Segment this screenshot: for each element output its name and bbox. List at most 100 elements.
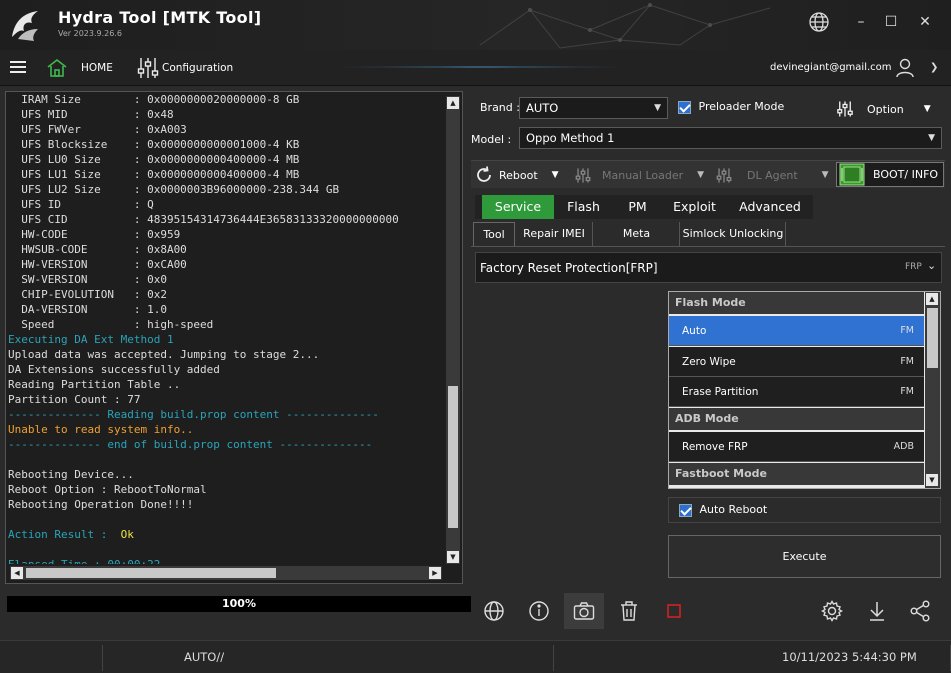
log-line: Upload data was accepted. Jumping to sta… (8, 348, 320, 361)
share-icon[interactable] (905, 596, 935, 626)
hamburger-menu-icon[interactable] (10, 60, 26, 74)
settings-gear-icon[interactable] (817, 596, 847, 626)
option-label: Option (867, 102, 904, 116)
log-line: DA-VERSION : 1.0 (8, 303, 167, 316)
configuration-button[interactable]: Configuration (137, 56, 233, 80)
manual-loader-label: Manual Loader (602, 168, 684, 182)
home-button[interactable]: HOME (46, 56, 113, 80)
scroll-left-arrow-icon[interactable]: ◀ (11, 567, 23, 579)
close-button[interactable]: ✕ (908, 8, 942, 36)
configuration-label: Configuration (162, 62, 234, 74)
chevron-down-icon: ▼ (697, 170, 705, 180)
log-horizontal-scrollbar[interactable]: ◀ ▶ (10, 566, 442, 580)
mode-list-scrollbar[interactable]: ▲ ▼ (925, 292, 940, 488)
auto-reboot-checkbox[interactable]: Auto Reboot (668, 497, 941, 523)
scroll-right-arrow-icon[interactable]: ▶ (429, 567, 441, 579)
scroll-down-arrow-icon[interactable]: ▼ (447, 551, 459, 563)
chevron-down-icon: ▼ (923, 104, 931, 114)
log-vscroll-thumb[interactable] (448, 386, 458, 528)
subtab-meta-advanced[interactable]: Meta Advanced (594, 222, 680, 264)
dl-agent-button[interactable]: DL Agent ▼ (716, 165, 829, 185)
log-line: Elapsed Time : 00:00:22 (8, 557, 444, 564)
log-line: -------------- end of build.prop content… (8, 438, 373, 451)
home-icon (47, 58, 67, 77)
chevron-down-icon[interactable]: ⌄ (927, 259, 936, 272)
preloader-mode-checkbox[interactable]: Preloader Mode (678, 100, 784, 114)
tab-flash[interactable]: Flash (555, 195, 612, 219)
log-line: Speed : high-speed (8, 318, 214, 331)
status-divider (102, 645, 103, 671)
status-datetime: 10/11/2023 5:44:30 PM (782, 650, 917, 664)
nav-glow-decoration (330, 66, 630, 68)
mode-list-scroll-thumb[interactable] (927, 308, 938, 368)
mode-item-tag: FM (900, 325, 914, 336)
log-line: UFS MID : 0x48 (8, 108, 174, 121)
stop-icon[interactable] (659, 596, 689, 626)
mode-item-auto[interactable]: Auto FM (669, 316, 924, 346)
log-line: Reading Partition Table .. (8, 378, 181, 391)
checkbox-checked-icon (678, 100, 691, 114)
tab-pm[interactable]: PM (613, 195, 662, 219)
log-output: IRAM Size : 0x0000000020000000-8 GB UFS … (8, 92, 444, 564)
checkbox-checked-icon (679, 503, 692, 517)
download-icon[interactable] (862, 596, 892, 626)
preloader-mode-label: Preloader Mode (698, 100, 785, 113)
mode-list[interactable]: Flash Mode Auto FM Zero Wipe FM Erase Pa… (668, 291, 941, 489)
model-select[interactable]: Oppo Method 1 ▼ (519, 127, 942, 149)
log-panel[interactable]: IRAM Size : 0x0000000020000000-8 GB UFS … (5, 91, 463, 584)
mode-item-label: Erase Partition (682, 386, 759, 398)
frp-section-header[interactable]: Factory Reset Protection[FRP] FRP ⌄ (475, 252, 942, 283)
status-mode: AUTO// (184, 650, 225, 664)
tab-exploit[interactable]: Exploit (663, 195, 726, 219)
log-line: SW-VERSION : 0x0 (8, 273, 167, 286)
language-globe-icon[interactable] (802, 8, 836, 36)
log-hscroll-thumb[interactable] (26, 568, 276, 578)
app-title: Hydra Tool [MTK Tool] (58, 8, 262, 27)
maximize-button[interactable]: ☐ (874, 8, 908, 36)
subtab-repair-imei[interactable]: Repair IMEI (516, 222, 593, 246)
scroll-down-arrow-icon[interactable]: ▼ (926, 474, 938, 486)
log-line: Partition Count : 77 (8, 393, 141, 406)
tab-service[interactable]: Service (482, 195, 554, 219)
subtab-simlock-unlocking[interactable]: Simlock Unlocking (681, 222, 786, 246)
boot-info-button[interactable]: BOOT/ INFO (836, 162, 944, 187)
scroll-up-arrow-icon[interactable]: ▲ (447, 97, 459, 109)
log-line: HW-VERSION : 0xCA00 (8, 258, 187, 271)
app-window: Hydra Tool [MTK Tool] Ver 2023.9.26.6 – … (0, 0, 951, 673)
chevron-down-icon: ▼ (821, 170, 829, 180)
globe-icon[interactable] (479, 596, 509, 626)
tab-advanced[interactable]: Advanced (727, 195, 813, 219)
sliders-icon (137, 58, 159, 78)
manual-loader-button[interactable]: Manual Loader ▼ (575, 165, 704, 185)
minimize-button[interactable]: – (844, 8, 878, 36)
log-vertical-scrollbar[interactable]: ▲ ▼ (446, 96, 460, 564)
log-line: UFS Blocksize : 0x0000000000001000-4 KB (8, 138, 300, 151)
refresh-icon (477, 166, 491, 182)
flash-mode-header: Flash Mode (669, 292, 924, 314)
sliders-icon (575, 167, 591, 183)
info-icon[interactable] (524, 596, 554, 626)
main-tabs: Service Flash PM Exploit Advanced (475, 195, 813, 219)
frp-tag: FRP (905, 262, 922, 272)
mode-item-zero-wipe[interactable]: Zero Wipe FM (669, 347, 924, 377)
home-label: HOME (81, 62, 113, 74)
log-line: Rebooting Device... (8, 468, 134, 481)
brand-select[interactable]: AUTO ▼ (519, 97, 668, 119)
screenshot-camera-icon[interactable] (564, 593, 604, 629)
user-icon[interactable] (896, 58, 914, 78)
scroll-up-arrow-icon[interactable]: ▲ (926, 293, 938, 305)
option-dropdown[interactable]: Option ▼ (836, 99, 940, 119)
sliders-icon (716, 167, 732, 183)
trash-icon[interactable] (614, 596, 644, 626)
execute-button[interactable]: Execute (668, 535, 941, 578)
reboot-button[interactable]: Reboot ▼ (475, 165, 559, 185)
log-line: UFS CID : 48395154314736444E365831333200… (8, 213, 399, 226)
log-line: UFS FWVer : 0xA003 (8, 123, 187, 136)
log-line: -------------- Reading build.prop conten… (8, 408, 379, 421)
log-line: UFS LU1 Size : 0x0000000000400000-4 MB (8, 168, 300, 181)
mode-item-remove-frp[interactable]: Remove FRP ADB (669, 432, 924, 462)
boot-info-label: BOOT/ INFO (873, 168, 939, 181)
subtab-tool[interactable]: Tool (473, 222, 515, 246)
mode-item-erase-partition[interactable]: Erase Partition FM (669, 377, 924, 407)
chevron-down-icon[interactable]: ❯ (930, 62, 938, 73)
